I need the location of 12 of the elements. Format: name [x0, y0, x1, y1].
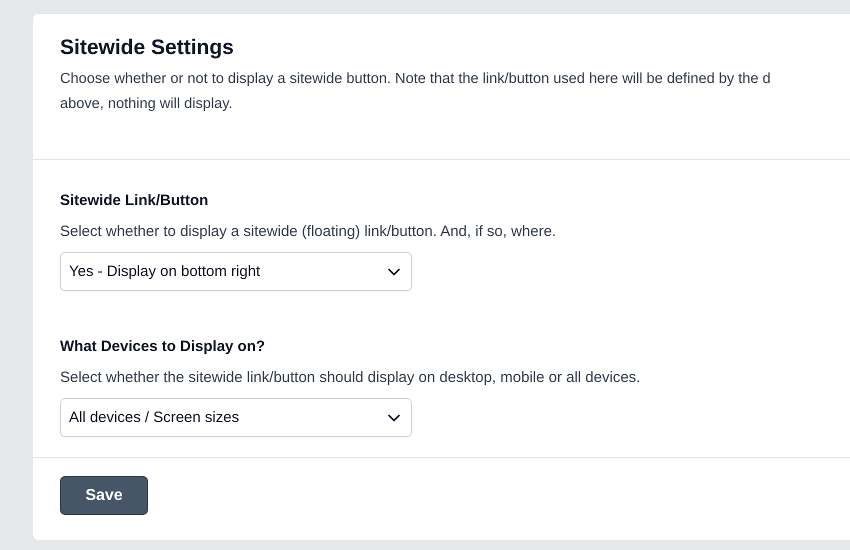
dropdown-select[interactable]: Yes - Display on bottom right	[60, 252, 412, 291]
help-text: Select whether the sitewide link/button should display on desktop, mobile or all devices.	[60, 368, 642, 388]
field-label: What Devices to Display on?	[60, 337, 266, 357]
section-title: Sitewide Settings	[60, 36, 235, 60]
help-text: Select whether to display a sitewide (floating) link/button. And, if so, where.	[60, 222, 558, 242]
save-button[interactable]: Save	[60, 476, 148, 515]
description-text: Choose whether or not to display a sitewide button. Note that the link/button used here will be defined by the d	[60, 70, 772, 89]
chevron-down-icon	[388, 268, 400, 276]
field-label: Sitewide Link/Button	[60, 191, 210, 211]
chevron-down-icon	[388, 414, 400, 422]
description-text: above, nothing will display.	[60, 95, 234, 114]
dropdown-select[interactable]: All devices / Screen sizes	[60, 398, 412, 437]
